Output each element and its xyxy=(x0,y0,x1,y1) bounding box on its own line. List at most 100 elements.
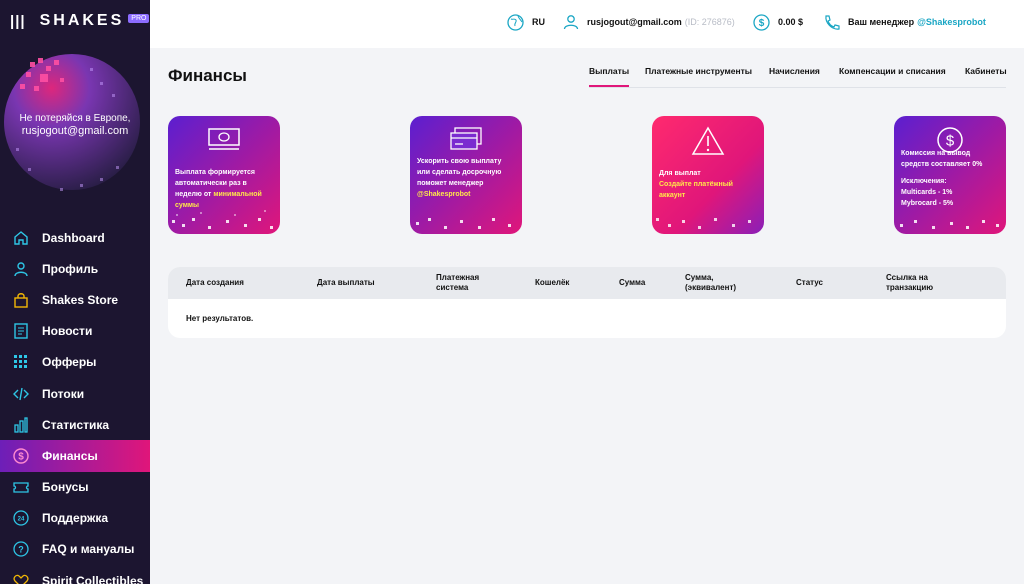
logo[interactable]: ||| SHAKES PRO xyxy=(10,12,150,30)
info-card-commission: $ Комиссия на вывод средств составляет 0… xyxy=(894,116,1006,234)
svg-text:24: 24 xyxy=(18,517,25,523)
page-title: Финансы xyxy=(168,66,247,85)
tab-payment-tools[interactable]: Платежные инструменты xyxy=(645,66,752,76)
sidebar-item-label: Поддержка xyxy=(42,511,109,526)
sidebar-item-profile[interactable]: Профиль xyxy=(0,253,150,284)
column-wallet[interactable]: Кошелёк xyxy=(535,267,569,299)
card-text-main: Комиссия на вывод средств составляет 0% xyxy=(901,150,983,168)
tab-cabinets[interactable]: Кабинеты xyxy=(965,66,1007,76)
question-icon: ? xyxy=(12,540,30,558)
sidebar-item-support[interactable]: 24 Поддержка xyxy=(0,503,150,534)
dollar-circle-icon: $ xyxy=(753,13,770,31)
news-icon xyxy=(12,322,30,340)
promo-text: Не потеряйся в Европе, rusjogout@gmail.c… xyxy=(0,112,150,138)
tab-accruals[interactable]: Начисления xyxy=(769,66,820,76)
svg-text:$: $ xyxy=(759,18,765,29)
sidebar-item-label: Новости xyxy=(42,324,93,339)
account-email: rusjogout@gmail.com xyxy=(587,17,682,27)
heart-icon xyxy=(12,572,30,584)
dollar-icon: $ xyxy=(12,447,30,465)
card-text: Для выплат Создайте платёжный аккаунт xyxy=(659,168,758,201)
bag-icon xyxy=(12,291,30,309)
column-payout-date[interactable]: Дата выплаты xyxy=(317,267,375,299)
manager-label: Ваш менеджер xyxy=(848,17,915,27)
user-icon xyxy=(563,14,579,30)
payouts-table: Дата создания Дата выплаты Платежная сис… xyxy=(168,267,1006,338)
tab-bar: Выплаты Платежные инструменты Начисления… xyxy=(589,66,1007,88)
support-icon: 24 xyxy=(12,509,30,527)
card-text-exception-1: Multicards - 1% xyxy=(901,189,953,196)
home-icon xyxy=(12,229,30,247)
column-transaction-link[interactable]: Ссылка на транзакцию xyxy=(886,267,966,299)
user-icon xyxy=(12,260,30,278)
info-card-schedule: Выплата формируется автоматически раз в … xyxy=(168,116,280,234)
banknote-icon xyxy=(168,126,280,152)
phone-icon xyxy=(823,14,840,31)
info-card-create-account: Для выплат Создайте платёжный аккаунт xyxy=(652,116,764,234)
card-text-exceptions: Исключения: xyxy=(901,178,947,185)
sidebar-item-label: Shakes Store xyxy=(42,292,119,307)
empty-state: Нет результатов. xyxy=(186,314,254,323)
manager-handle-link[interactable]: @Shakesprobot xyxy=(917,17,986,27)
promo-banner[interactable]: Не потеряйся в Европе, rusjogout@gmail.c… xyxy=(0,48,150,208)
balance-value: 0.00 $ xyxy=(778,17,804,27)
sidebar-item-store[interactable]: Shakes Store xyxy=(0,284,150,315)
column-amount[interactable]: Сумма xyxy=(619,267,645,299)
account-menu[interactable]: rusjogout@gmail.com (ID: 276876) xyxy=(563,0,735,44)
sidebar-item-label: Потоки xyxy=(42,386,85,401)
sidebar-item-bonuses[interactable]: Бонусы xyxy=(0,472,150,503)
sidebar-item-offers[interactable]: Офферы xyxy=(0,347,150,378)
sidebar-item-news[interactable]: Новости xyxy=(0,316,150,347)
cards-icon xyxy=(410,126,522,152)
card-text: Выплата формируется автоматически раз в … xyxy=(175,167,274,211)
sidebar-nav: Dashboard Профиль Shakes Store Новости О… xyxy=(0,222,150,584)
menu-icon[interactable]: ||| xyxy=(10,13,26,30)
sidebar-item-label: Офферы xyxy=(42,355,97,370)
card-text-main: Ускорить свою выплату или сделать досроч… xyxy=(417,158,502,187)
tab-compensations[interactable]: Компенсации и списания xyxy=(839,66,946,76)
logo-text: SHAKES xyxy=(39,12,125,29)
sidebar-item-label: FAQ и мануалы xyxy=(42,542,135,557)
sidebar-item-label: Финансы xyxy=(42,448,98,463)
svg-text:$: $ xyxy=(946,133,955,150)
balance[interactable]: $ 0.00 $ xyxy=(753,0,803,44)
manager-contact[interactable]: Ваш менеджер @Shakesprobot xyxy=(823,0,986,44)
info-card-manager: Ускорить свою выплату или сделать досроч… xyxy=(410,116,522,234)
card-text-main: Для выплат xyxy=(659,170,701,177)
svg-text:?: ? xyxy=(18,545,24,555)
sidebar-item-label: Профиль xyxy=(42,261,99,276)
globe-icon xyxy=(507,13,524,31)
bar-chart-icon xyxy=(12,416,30,434)
sidebar-item-label: Dashboard xyxy=(42,230,105,245)
card-text-exception-2: Mybrocard - 5% xyxy=(901,200,954,207)
ticket-icon xyxy=(12,478,30,496)
card-text-highlight[interactable]: @Shakesprobot xyxy=(417,191,471,198)
column-amount-equivalent[interactable]: Сумма, (эквивалент) xyxy=(685,267,757,299)
sidebar-item-label: Статистика xyxy=(42,417,110,432)
card-text: Комиссия на вывод средств составляет 0% … xyxy=(901,148,1000,209)
tab-payouts[interactable]: Выплаты xyxy=(589,66,630,87)
column-status[interactable]: Статус xyxy=(796,267,823,299)
sidebar-item-faq[interactable]: ? FAQ и мануалы xyxy=(0,534,150,565)
sidebar-item-finance[interactable]: $ Финансы xyxy=(0,440,150,472)
sidebar-item-spirit[interactable]: Spirit Collectibles xyxy=(0,565,150,584)
table-header: Дата создания Дата выплаты Платежная сис… xyxy=(168,267,1006,299)
promo-email: rusjogout@gmail.com xyxy=(21,125,129,137)
account-id: (ID: 276876) xyxy=(684,17,735,27)
warning-icon xyxy=(652,126,764,156)
sidebar-item-dashboard[interactable]: Dashboard xyxy=(0,222,150,253)
sidebar-item-statistics[interactable]: Статистика xyxy=(0,409,150,440)
svg-text:$: $ xyxy=(18,451,24,462)
promo-line1: Не потеряйся в Европе, xyxy=(19,113,131,124)
sidebar-item-streams[interactable]: Потоки xyxy=(0,378,150,409)
column-created-date[interactable]: Дата создания xyxy=(186,267,244,299)
sidebar-item-label: Бонусы xyxy=(42,480,89,495)
language-label: RU xyxy=(532,17,545,27)
grid-icon xyxy=(12,353,30,371)
language-selector[interactable]: RU xyxy=(507,0,545,44)
sidebar: ||| SHAKES PRO Не потеряйся в Европе, ru… xyxy=(0,0,150,584)
card-text: Ускорить свою выплату или сделать досроч… xyxy=(417,156,516,200)
create-payment-account-link[interactable]: Создайте платёжный аккаунт xyxy=(659,179,758,201)
top-bar: RU rusjogout@gmail.com (ID: 276876) $ 0.… xyxy=(150,0,1024,48)
column-payment-system[interactable]: Платежная система xyxy=(436,267,506,299)
